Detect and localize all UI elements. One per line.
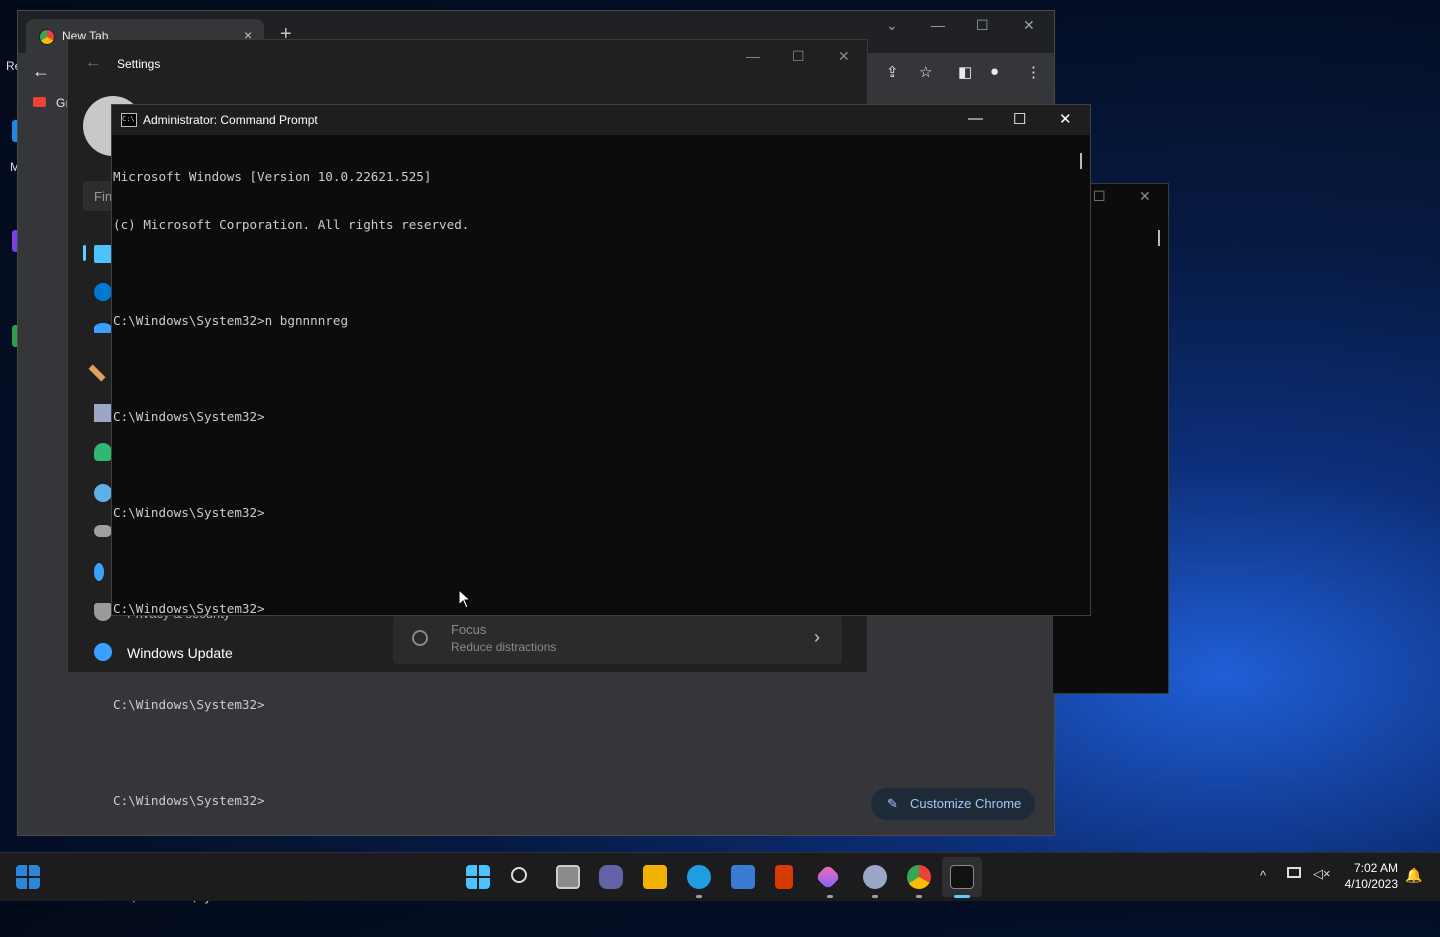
cmd-titlebar[interactable]: C:\ Administrator: Command Prompt — ☐ ✕ <box>112 105 1090 135</box>
chevron-right-icon: › <box>814 627 820 647</box>
console-line: C:\Windows\System32>n bgnnnnreg <box>113 313 349 328</box>
bg-terminal-close-button[interactable]: ✕ <box>1139 188 1151 205</box>
chrome-logo-icon <box>39 29 55 45</box>
gaming-icon[interactable] <box>94 525 112 537</box>
command-prompt-window[interactable]: C:\ Administrator: Command Prompt — ☐ ✕ … <box>111 104 1091 904</box>
privacy-shield-icon[interactable] <box>94 603 112 621</box>
mouse-cursor-icon <box>458 589 472 609</box>
console-line: C:\Windows\System32> <box>113 793 265 808</box>
tray-clock[interactable]: 7:02 AM 4/10/2023 <box>1336 861 1398 891</box>
console-line: C:\Windows\System32> <box>113 697 265 712</box>
customize-chrome-label: Customize Chrome <box>910 796 1022 811</box>
cmd-app-icon: C:\ <box>121 113 137 127</box>
network-icon[interactable] <box>1287 867 1301 878</box>
cmd-close-button[interactable]: ✕ <box>1059 110 1072 128</box>
cmd-scrollbar-thumb[interactable] <box>1080 153 1082 169</box>
taskbar-teams-icon[interactable] <box>599 865 623 889</box>
settings-back-button[interactable]: ← <box>85 54 101 72</box>
console-line: C:\Windows\System32> <box>113 409 265 424</box>
bg-terminal-scrollbar[interactable] <box>1158 230 1160 246</box>
menu-kebab-icon[interactable]: ⋮ <box>1026 63 1041 81</box>
console-line: (c) Microsoft Corporation. All rights re… <box>113 217 470 232</box>
edge-running-indicator <box>696 895 702 898</box>
taskbar-file-explorer-icon[interactable] <box>643 865 667 889</box>
taskbar-search-icon[interactable] <box>511 867 527 883</box>
cmd-title: Administrator: Command Prompt <box>143 113 318 127</box>
taskbar-start-icon[interactable] <box>466 865 490 889</box>
taskbar-edge-icon[interactable] <box>687 865 711 889</box>
settings-running-indicator <box>872 895 878 898</box>
chrome-maximize-button[interactable]: ☐ <box>976 17 989 34</box>
settings-minimize-button[interactable]: — <box>746 48 760 64</box>
bluetooth-icon[interactable] <box>94 283 112 301</box>
windows-update-icon[interactable] <box>94 643 112 661</box>
clock-date: 4/10/2023 <box>1344 877 1398 891</box>
time-language-icon[interactable] <box>94 484 112 502</box>
nav-selected-indicator <box>83 245 86 261</box>
start-windows-icon[interactable] <box>16 865 40 889</box>
taskbar: ^ ◁× 7:02 AM 4/10/2023 🔔 <box>0 852 1440 901</box>
console-line: C:\Windows\System32> <box>113 505 265 520</box>
clock-time: 7:02 AM <box>1353 861 1398 875</box>
taskbar-settings-icon[interactable] <box>863 865 887 889</box>
share-icon[interactable]: ⇪ <box>886 63 899 81</box>
customize-chrome-button[interactable]: ✎ Customize Chrome <box>871 788 1035 820</box>
wifi-icon[interactable] <box>94 323 112 333</box>
side-panel-icon[interactable]: ◧ <box>958 63 972 81</box>
taskbar-terminal-icon[interactable] <box>950 865 974 889</box>
cmd-console-output[interactable]: Microsoft Windows [Version 10.0.22621.52… <box>113 137 469 937</box>
console-line: Microsoft Windows [Version 10.0.22621.52… <box>113 169 432 184</box>
gmail-icon[interactable] <box>33 97 46 107</box>
chrome-close-button[interactable]: ✕ <box>1023 17 1035 34</box>
chrome-minimize-button[interactable]: — <box>931 17 945 33</box>
taskbar-task-view-icon[interactable] <box>556 865 580 889</box>
tray-overflow-chevron-icon[interactable]: ^ <box>1260 868 1266 883</box>
accounts-icon[interactable] <box>94 443 112 461</box>
personalization-brush-icon[interactable] <box>88 364 106 382</box>
console-line: C:\Windows\System32> <box>113 601 265 616</box>
profile-icon[interactable]: ● <box>990 63 999 80</box>
apps-icon[interactable] <box>94 404 112 422</box>
copilot-running-indicator <box>827 895 833 898</box>
taskbar-office-icon[interactable] <box>775 865 793 889</box>
terminal-active-indicator <box>954 895 970 898</box>
taskbar-chrome-icon[interactable] <box>907 865 931 889</box>
settings-search-placeholder: Fin <box>94 189 113 204</box>
accessibility-icon[interactable] <box>94 563 104 581</box>
pencil-icon: ✎ <box>887 796 898 811</box>
notification-bell-icon[interactable]: 🔔 <box>1405 867 1422 884</box>
cmd-minimize-button[interactable]: — <box>968 110 983 127</box>
settings-title: Settings <box>117 57 161 71</box>
taskbar-copilot-icon[interactable] <box>815 864 841 890</box>
volume-muted-icon[interactable]: ◁× <box>1313 866 1331 882</box>
chrome-running-indicator <box>916 895 922 898</box>
bookmark-star-icon[interactable]: ☆ <box>919 63 932 81</box>
tab-search-icon[interactable]: ⌄ <box>886 17 898 34</box>
settings-maximize-button[interactable]: ☐ <box>792 48 805 65</box>
taskbar-store-icon[interactable] <box>731 865 755 889</box>
cmd-maximize-button[interactable]: ☐ <box>1013 110 1026 128</box>
bg-terminal-maximize-button[interactable]: ☐ <box>1093 188 1106 205</box>
system-icon[interactable] <box>94 245 112 263</box>
back-arrow-icon[interactable]: ← <box>32 61 50 82</box>
settings-close-button[interactable]: ✕ <box>838 48 850 65</box>
